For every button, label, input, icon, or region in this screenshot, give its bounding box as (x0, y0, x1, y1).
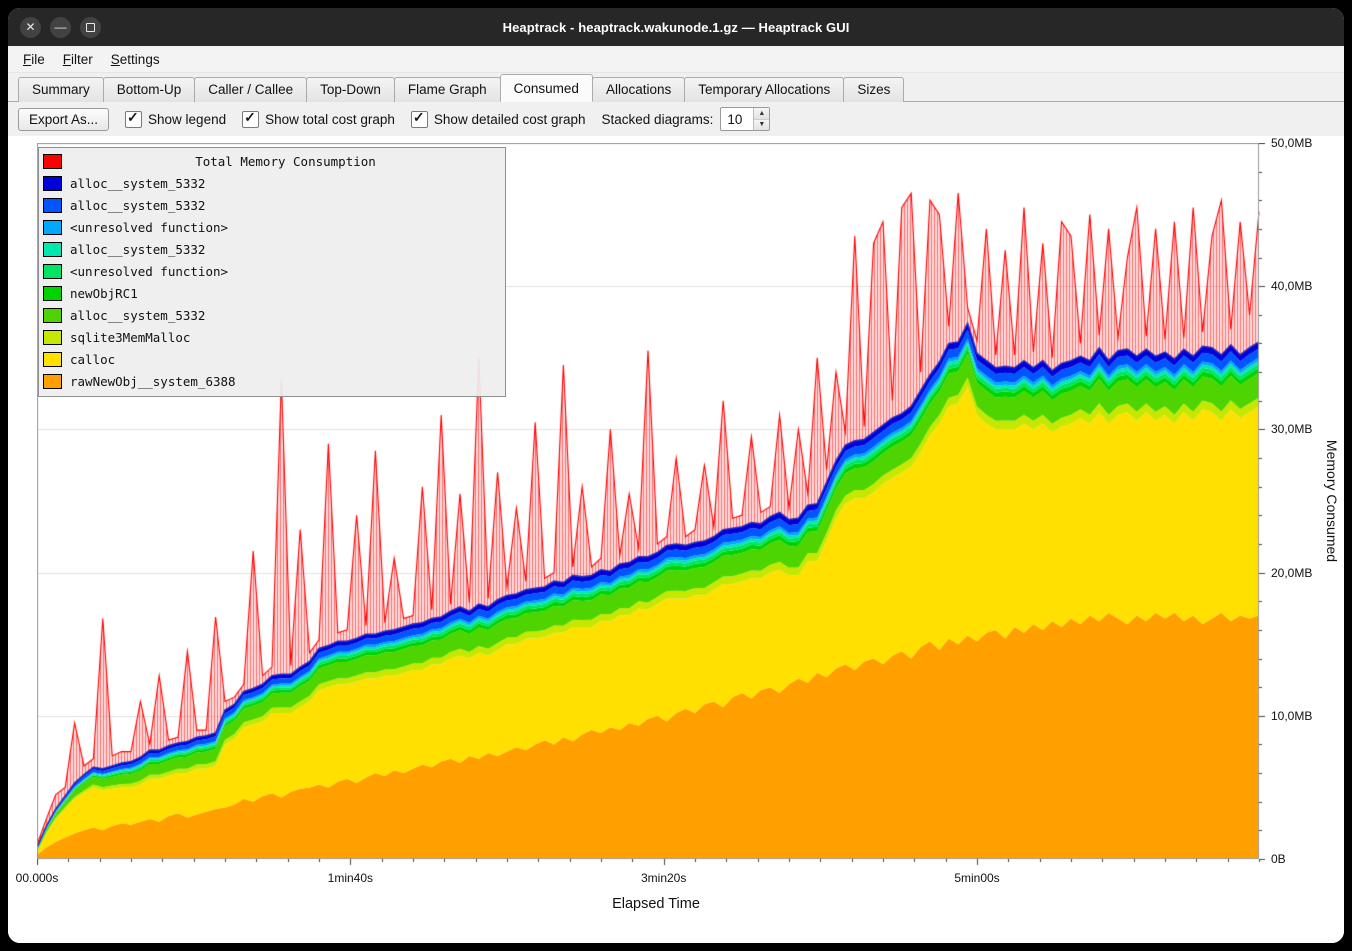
legend-label: alloc__system_5332 (70, 308, 205, 323)
tab-flame-graph[interactable]: Flame Graph (394, 77, 501, 102)
tab-bar: Summary Bottom-Up Caller / Callee Top-Do… (8, 73, 1344, 102)
legend-label: alloc__system_5332 (70, 242, 205, 257)
minimize-button[interactable]: — (50, 17, 71, 38)
legend-row: alloc__system_5332 (43, 238, 501, 260)
y-axis-tick-label: 30,0MB (1271, 422, 1312, 436)
legend-row: <unresolved function> (43, 216, 501, 238)
tab-top-down[interactable]: Top-Down (306, 77, 395, 102)
y-axis-tick-label: 50,0MB (1271, 136, 1312, 150)
tab-caller-callee[interactable]: Caller / Callee (194, 77, 307, 102)
legend-row: alloc__system_5332 (43, 172, 501, 194)
legend-label: <unresolved function> (70, 264, 228, 279)
stacked-diagrams-label: Stacked diagrams: (602, 112, 714, 127)
toolbar: Export As... ✓ Show legend ✓ Show total … (8, 102, 1344, 136)
legend-label: alloc__system_5332 (70, 176, 205, 191)
menubar: File Filter Settings (8, 46, 1344, 73)
legend-label: rawNewObj__system_6388 (70, 374, 236, 389)
legend-row: rawNewObj__system_6388 (43, 370, 501, 392)
tab-summary[interactable]: Summary (18, 77, 104, 102)
minimize-icon: — (55, 21, 67, 33)
window-title: Heaptrack - heaptrack.wakunode.1.gz — He… (8, 20, 1344, 35)
checkbox-label: Show legend (148, 112, 226, 127)
checkbox-box: ✓ (242, 111, 259, 128)
stacked-diagrams-control: Stacked diagrams: 10 ▲ ▼ (602, 107, 771, 131)
legend-color-swatch (43, 176, 62, 191)
heaptrack-window: ✕ — Heaptrack - heaptrack.wakunode.1.gz … (8, 8, 1344, 943)
tab-sizes[interactable]: Sizes (843, 77, 904, 102)
maximize-icon (86, 23, 95, 32)
legend-color-swatch (43, 374, 62, 389)
spinbox-value: 10 (721, 108, 753, 130)
legend-color-swatch (43, 242, 62, 257)
legend-color-swatch (43, 264, 62, 279)
y-axis-title: Memory Consumed (1324, 440, 1340, 562)
y-axis-tick-label: 0B (1271, 852, 1286, 866)
checkbox-show-legend[interactable]: ✓ Show legend (125, 111, 226, 128)
x-axis-title: Elapsed Time (612, 896, 700, 912)
checkmark-icon: ✓ (244, 109, 256, 126)
legend-label: newObjRC1 (70, 286, 138, 301)
legend-title-row: Total Memory Consumption (43, 150, 501, 172)
tab-bottom-up[interactable]: Bottom-Up (103, 77, 196, 102)
legend-row: alloc__system_5332 (43, 194, 501, 216)
chart-legend: Total Memory Consumption alloc__system_53… (38, 147, 506, 397)
legend-row: alloc__system_5332 (43, 304, 501, 326)
titlebar: ✕ — Heaptrack - heaptrack.wakunode.1.gz … (8, 8, 1344, 46)
legend-label: <unresolved function> (70, 220, 228, 235)
legend-row: newObjRC1 (43, 282, 501, 304)
legend-row: <unresolved function> (43, 260, 501, 282)
x-axis-tick-label: 5min00s (954, 871, 999, 885)
menu-item-filter[interactable]: Filter (54, 49, 102, 70)
tab-allocations[interactable]: Allocations (592, 77, 685, 102)
y-axis-tick-label: 20,0MB (1271, 566, 1312, 580)
checkbox-label: Show total cost graph (265, 112, 395, 127)
spinbox-buttons: ▲ ▼ (753, 108, 769, 130)
chart-area: Total Memory Consumption alloc__system_53… (8, 136, 1344, 943)
close-icon: ✕ (25, 21, 35, 33)
legend-color-swatch (43, 352, 62, 367)
x-axis-tick-label: 3min20s (641, 871, 686, 885)
legend-label: Total Memory Consumption (70, 154, 501, 169)
y-axis-tick-label: 10,0MB (1271, 709, 1312, 723)
tab-consumed[interactable]: Consumed (500, 74, 593, 102)
legend-row: sqlite3MemMalloc (43, 326, 501, 348)
checkmark-icon: ✓ (127, 109, 139, 126)
close-button[interactable]: ✕ (20, 17, 41, 38)
legend-label: alloc__system_5332 (70, 198, 205, 213)
legend-label: sqlite3MemMalloc (70, 330, 190, 345)
checkbox-box: ✓ (125, 111, 142, 128)
x-axis-tick-label: 00.000s (16, 871, 59, 885)
screen: ✕ — Heaptrack - heaptrack.wakunode.1.gz … (0, 0, 1352, 951)
legend-color-swatch (43, 286, 62, 301)
legend-label: calloc (70, 352, 115, 367)
export-as-button[interactable]: Export As... (18, 108, 109, 131)
x-axis-tick-label: 1min40s (328, 871, 373, 885)
legend-color-swatch (43, 330, 62, 345)
window-controls: ✕ — (20, 8, 101, 46)
spin-down-button[interactable]: ▼ (754, 120, 769, 131)
legend-color-swatch (43, 154, 62, 169)
tab-temporary-allocations[interactable]: Temporary Allocations (684, 77, 844, 102)
legend-color-swatch (43, 198, 62, 213)
checkbox-show-total-cost-graph[interactable]: ✓ Show total cost graph (242, 111, 395, 128)
maximize-button[interactable] (80, 17, 101, 38)
checkbox-box: ✓ (411, 111, 428, 128)
checkbox-show-detailed-cost-graph[interactable]: ✓ Show detailed cost graph (411, 111, 586, 128)
stacked-diagrams-spinbox[interactable]: 10 ▲ ▼ (720, 107, 770, 131)
checkmark-icon: ✓ (413, 109, 425, 126)
menu-item-file[interactable]: File (14, 49, 54, 70)
checkbox-label: Show detailed cost graph (434, 112, 586, 127)
legend-row: calloc (43, 348, 501, 370)
spin-up-button[interactable]: ▲ (754, 108, 769, 120)
legend-color-swatch (43, 220, 62, 235)
menu-item-settings[interactable]: Settings (102, 49, 169, 70)
y-axis-tick-label: 40,0MB (1271, 279, 1312, 293)
legend-color-swatch (43, 308, 62, 323)
